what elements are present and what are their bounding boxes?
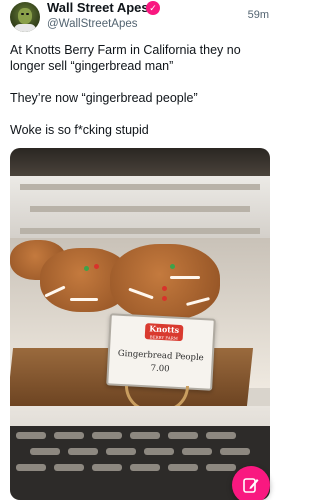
- cookie-icing: [70, 298, 98, 301]
- avatar-eye-left: [21, 13, 24, 15]
- post-media-image[interactable]: Knotts BERRY FARM Gingerbread People 7.0…: [10, 148, 270, 500]
- grate-slot: [206, 464, 236, 471]
- grate-slot: [168, 464, 198, 471]
- grate-slot: [92, 432, 122, 439]
- display-rack: [10, 176, 270, 238]
- avatar-shirt: [14, 24, 36, 32]
- compose-button[interactable]: [232, 466, 270, 500]
- post-text-line: Woke is so f*cking stupid: [10, 123, 149, 137]
- grate-slot: [30, 448, 60, 455]
- cookie-decoration: [94, 264, 99, 269]
- cookie-decoration: [162, 296, 167, 301]
- rack-bar: [20, 184, 260, 190]
- verified-badge-icon: ✓: [146, 1, 160, 15]
- grate-slot: [92, 464, 122, 471]
- grate-slot: [168, 432, 198, 439]
- avatar-eye-right: [26, 13, 29, 15]
- user-handle[interactable]: @WallStreetApes: [47, 17, 138, 31]
- post-text-line: They’re now “gingerbread people”: [10, 91, 198, 105]
- grate-slot: [54, 464, 84, 471]
- cookie-icing: [170, 276, 200, 279]
- gingerbread-cookie: [110, 244, 220, 320]
- cookie-decoration: [162, 286, 167, 291]
- knotts-logo: Knotts BERRY FARM: [144, 323, 184, 342]
- grate-slot: [182, 448, 212, 455]
- display-name[interactable]: Wall Street Apes: [47, 0, 149, 16]
- sign-brand: Knotts: [148, 323, 180, 335]
- avatar[interactable]: [10, 2, 40, 32]
- grate-slot: [16, 432, 46, 439]
- grate-slot: [54, 432, 84, 439]
- post-timestamp[interactable]: 59m: [248, 9, 269, 21]
- vent-grate: [10, 426, 270, 500]
- grate-slot: [130, 432, 160, 439]
- cookie-decoration: [84, 266, 89, 271]
- grate-slot: [130, 464, 160, 471]
- rack-bar: [20, 228, 260, 234]
- compose-icon: [243, 478, 259, 493]
- post-header: Wall Street Apes ✓ @WallStreetApes 59m: [0, 0, 281, 36]
- post-text: At Knotts Berry Farm in California they …: [10, 42, 272, 154]
- grate-slot: [144, 448, 174, 455]
- post-text-line: At Knotts Berry Farm in California they …: [10, 43, 241, 73]
- sign-brand-sub: BERRY FARM: [149, 334, 178, 341]
- grate-slot: [106, 448, 136, 455]
- rack-bar: [30, 206, 250, 212]
- avatar-face: [18, 8, 32, 24]
- display-case-top: [10, 148, 270, 176]
- sign-price: 7.00: [150, 363, 170, 375]
- grate-slot: [16, 464, 46, 471]
- cookie-decoration: [170, 264, 175, 269]
- grate-slot: [220, 448, 250, 455]
- grate-slot: [206, 432, 236, 439]
- price-sign: Knotts BERRY FARM Gingerbread People 7.0…: [106, 313, 216, 391]
- grate-slot: [68, 448, 98, 455]
